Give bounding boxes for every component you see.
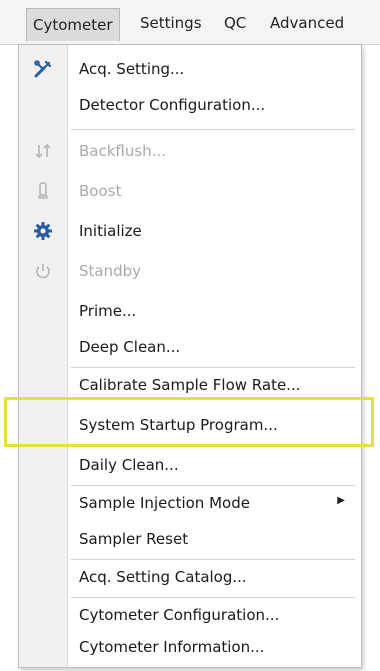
menu-item-label: Backflush...: [79, 142, 166, 160]
boost-icon: [33, 181, 53, 201]
menu-item-daily-clean[interactable]: Daily Clean...: [19, 449, 361, 483]
menu-item-label: Boost: [79, 182, 122, 200]
menu-bar: Cytometer Settings QC Advanced: [0, 0, 380, 45]
backflush-icon: [33, 141, 53, 161]
menu-item-system-startup-program[interactable]: System Startup Program...: [19, 409, 361, 443]
menu-item-label: Acq. Setting...: [79, 60, 185, 78]
menu-item-cytometer-configuration[interactable]: Cytometer Configuration...: [19, 599, 361, 633]
menu-separator: [71, 367, 355, 368]
menu-separator: [71, 597, 355, 598]
menu-item-label: Prime...: [79, 302, 137, 320]
power-icon: [33, 261, 53, 281]
menu-item-acq-setting-catalog[interactable]: Acq. Setting Catalog...: [19, 561, 361, 595]
menu-separator: [71, 485, 355, 486]
menu-item-sample-injection-mode[interactable]: Sample Injection Mode ▶: [19, 487, 361, 521]
menu-item-label: Deep Clean...: [79, 338, 181, 356]
menu-item-label: System Startup Program...: [79, 416, 278, 434]
menu-item-label: Cytometer Information...: [79, 638, 265, 656]
menu-item-prime[interactable]: Prime...: [19, 295, 361, 329]
menu-item-label: Detector Configuration...: [79, 96, 266, 114]
gear-icon: [33, 221, 53, 241]
menu-advanced[interactable]: Advanced: [270, 10, 344, 36]
menu-item-label: Acq. Setting Catalog...: [79, 568, 247, 586]
submenu-arrow-icon: ▶: [337, 495, 345, 506]
menu-item-detector-configuration[interactable]: Detector Configuration...: [19, 89, 361, 123]
menu-item-sampler-reset[interactable]: Sampler Reset: [19, 523, 361, 557]
menu-item-cytometer-information[interactable]: Cytometer Information...: [19, 631, 361, 665]
menu-separator: [71, 559, 355, 560]
wrench-icon: [33, 59, 53, 79]
menu-item-label: Calibrate Sample Flow Rate...: [79, 376, 301, 394]
menu-item-calibrate-sample-flow-rate[interactable]: Calibrate Sample Flow Rate...: [19, 369, 361, 403]
menu-item-deep-clean[interactable]: Deep Clean...: [19, 331, 361, 365]
menu-item-boost: Boost: [19, 175, 361, 209]
menu-item-label: Standby: [79, 262, 142, 280]
menu-qc[interactable]: QC: [224, 10, 246, 36]
menu-item-label: Cytometer Configuration...: [79, 606, 280, 624]
menu-item-label: Sampler Reset: [79, 530, 189, 548]
menu-item-standby: Standby: [19, 255, 361, 289]
menu-item-label: Initialize: [79, 222, 142, 240]
menu-cytometer[interactable]: Cytometer: [26, 8, 120, 41]
menu-item-label: Daily Clean...: [79, 456, 179, 474]
menu-item-backflush: Backflush...: [19, 135, 361, 169]
menu-item-label: Sample Injection Mode: [79, 494, 250, 512]
cytometer-dropdown-menu: Acq. Setting... Detector Configuration..…: [18, 44, 362, 668]
menu-settings[interactable]: Settings: [140, 10, 202, 36]
menu-separator: [71, 129, 355, 130]
menu-item-initialize[interactable]: Initialize: [19, 215, 361, 249]
menu-item-acq-setting[interactable]: Acq. Setting...: [19, 53, 361, 87]
